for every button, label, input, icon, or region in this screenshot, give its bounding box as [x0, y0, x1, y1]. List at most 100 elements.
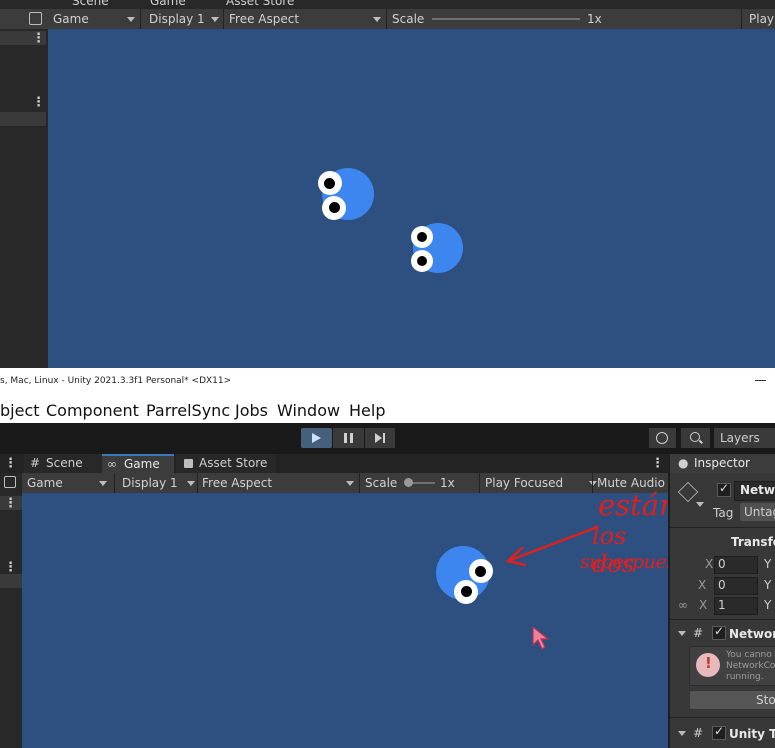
menu-item-help[interactable]: Help	[349, 401, 385, 420]
info-icon: ●	[678, 456, 689, 470]
menu-item-jobs[interactable]: Jobs	[235, 401, 268, 420]
scale-slider[interactable]	[432, 18, 580, 20]
unity-transport-header[interactable]: Unity Tr	[729, 727, 775, 741]
menu-item-gameobject[interactable]: bject	[0, 401, 40, 420]
stop-button[interactable]: Sto	[690, 691, 775, 709]
bottom-game-view[interactable]: están los dos superpuestos	[22, 488, 703, 748]
play-focused-dropdown[interactable]: Play	[749, 12, 774, 26]
tag-label: Tag	[713, 506, 734, 520]
display-dropdown[interactable]: Display 1	[122, 476, 178, 490]
scale-label: Scale	[392, 12, 425, 26]
player-eye	[411, 250, 433, 272]
step-button[interactable]	[365, 428, 395, 448]
link-icon[interactable]: ∞	[678, 598, 688, 612]
player-eye	[322, 196, 346, 220]
chevron-down-icon	[373, 17, 381, 22]
kebab-menu-icon[interactable]: ⋮	[4, 497, 17, 510]
aspect-dropdown[interactable]: Free Aspect	[202, 476, 272, 490]
kebab-menu-icon[interactable]: ⋮	[651, 457, 664, 470]
play-focused-dropdown[interactable]: Play Focused	[485, 476, 563, 490]
warning-line-3: running.	[726, 672, 764, 682]
x-label: X	[705, 557, 714, 571]
step-icon	[375, 433, 382, 443]
kebab-menu-icon[interactable]: ⋮	[4, 457, 17, 470]
warning-box: ! You canno NetworkCo running.	[689, 646, 775, 686]
component-enabled-checkbox[interactable]	[712, 724, 726, 740]
scale-x-field[interactable]: 1	[714, 597, 758, 615]
position-x-field[interactable]: 0	[714, 556, 758, 574]
scene-hash-icon: #	[30, 456, 41, 470]
network-component-header[interactable]: Network	[729, 627, 775, 641]
search-button[interactable]	[681, 428, 710, 448]
tab-inspector[interactable]: ● Inspector	[670, 454, 775, 473]
menu-item-window[interactable]: Window	[277, 401, 340, 420]
game-view-dropdown[interactable]: Game	[53, 12, 89, 26]
chevron-down-icon	[678, 631, 686, 636]
rotation-x-field[interactable]: 0	[714, 577, 758, 595]
top-unity-window: Scene Game Asset Store ⋮ ⋮ Game Display …	[0, 0, 775, 368]
chevron-down-icon	[127, 17, 135, 22]
tab-game[interactable]: ∞ Game	[102, 454, 174, 473]
minimize-icon[interactable]	[755, 380, 766, 381]
chevron-down-icon	[346, 481, 354, 486]
layers-dropdown[interactable]: Layers	[714, 428, 775, 448]
chevron-down-icon	[187, 481, 195, 486]
x-label: X	[698, 578, 707, 592]
top-game-toolbar: Game Display 1 Free Aspect Scale 1x Play	[0, 9, 775, 29]
bottom-hierarchy-strip: ⋮ ⋮	[0, 473, 22, 748]
component-enabled-checkbox[interactable]	[712, 624, 726, 640]
player-eye	[411, 226, 433, 248]
scale-x-label: X	[699, 598, 708, 612]
menu-item-parrelsync[interactable]: ParrelSync	[146, 401, 230, 420]
top-tab-row: Scene Game Asset Store	[0, 0, 775, 9]
history-icon	[656, 432, 668, 444]
component-divider	[670, 619, 775, 620]
warning-icon: !	[696, 653, 720, 677]
window-title: s, Mac, Linux - Unity 2021.3.3f1 Persona…	[0, 376, 232, 386]
component-divider	[670, 717, 775, 718]
player-eye	[469, 559, 493, 583]
scale-slider-handle[interactable]	[404, 478, 413, 487]
rotation-y-label: Y	[764, 578, 772, 592]
pause-icon	[344, 433, 347, 443]
chevron-down-icon	[696, 502, 704, 507]
bottom-tab-row: ⋮ # Scene ∞ Game Asset Store ⋮ ● Inspect…	[0, 454, 775, 473]
component-divider	[670, 527, 775, 528]
menu-bar: bject Component ParrelSync Jobs Window H…	[0, 395, 775, 423]
mouse-cursor-icon	[532, 625, 550, 650]
tab-scene-top[interactable]: Scene	[72, 0, 109, 8]
bottom-unity-window: s, Mac, Linux - Unity 2021.3.3f1 Persona…	[0, 368, 775, 748]
toolbar-lock-icon[interactable]	[29, 12, 42, 25]
bottom-game-toolbar: Game Display 1 Free Aspect Scale 1x Play…	[22, 473, 668, 493]
kebab-menu-icon[interactable]: ⋮	[32, 32, 45, 45]
display-dropdown[interactable]: Display 1	[149, 12, 205, 26]
tab-game-top[interactable]: Game	[150, 0, 186, 8]
hierarchy-row-highlight	[0, 574, 22, 588]
top-hierarchy-strip: ⋮ ⋮	[0, 9, 46, 368]
transform-header[interactable]: Transfo	[731, 535, 775, 549]
object-name-field[interactable]: Netwo	[734, 481, 775, 501]
gamepad-icon: ∞	[107, 457, 117, 471]
tab-asset-store[interactable]: Asset Store	[176, 454, 276, 473]
chevron-down-icon	[99, 481, 107, 486]
top-game-view[interactable]	[48, 29, 775, 368]
game-view-dropdown[interactable]: Game	[27, 476, 63, 490]
tag-dropdown[interactable]: Untag	[740, 503, 775, 521]
pause-button[interactable]	[333, 428, 364, 448]
tab-scene[interactable]: # Scene	[24, 454, 102, 473]
player-character	[318, 166, 378, 222]
inspector-panel: Netwo Tag Untag Transfo X 0 Y X 0 Y ∞ X …	[668, 473, 775, 748]
tab-asset-store-top[interactable]: Asset Store	[226, 0, 294, 8]
aspect-dropdown[interactable]: Free Aspect	[229, 12, 299, 26]
position-y-label: Y	[764, 557, 772, 571]
kebab-menu-icon[interactable]: ⋮	[32, 96, 45, 109]
kebab-menu-icon[interactable]: ⋮	[4, 561, 17, 574]
annotation-line-1: están	[598, 488, 678, 522]
history-button[interactable]	[649, 428, 676, 448]
toolbar-lock-icon[interactable]	[4, 476, 16, 488]
menu-item-component[interactable]: Component	[46, 401, 139, 420]
main-toolbar: Layers	[0, 423, 775, 454]
active-checkbox[interactable]	[717, 481, 731, 497]
play-icon	[312, 433, 321, 443]
play-button[interactable]	[301, 428, 332, 448]
